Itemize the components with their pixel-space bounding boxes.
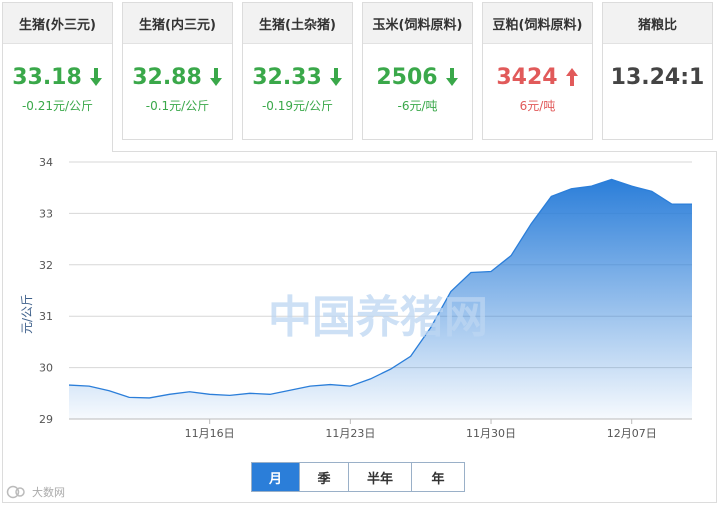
card-label: 生猪(外三元): [3, 3, 112, 44]
range-year-button[interactable]: 年: [412, 463, 464, 491]
x-tick-label: 11月30日: [466, 427, 516, 440]
range-month-button[interactable]: 月: [252, 463, 300, 491]
card-value: 32.88: [132, 64, 202, 90]
y-tick-label: 33: [39, 207, 53, 220]
data-point[interactable]: [650, 189, 654, 193]
card-value: 32.33: [252, 64, 322, 90]
data-point[interactable]: [288, 388, 292, 392]
data-point[interactable]: [569, 187, 573, 191]
data-point[interactable]: [610, 177, 614, 181]
data-point[interactable]: [529, 222, 533, 226]
card-label: 猪粮比: [603, 3, 712, 44]
card-label: 生猪(内三元): [123, 3, 232, 44]
data-point[interactable]: [87, 384, 91, 388]
data-point[interactable]: [147, 396, 151, 400]
x-tick-label: 12月07日: [607, 427, 657, 440]
credit-text: 大数网: [32, 486, 65, 499]
card-label: 豆粕(饲料原料): [483, 3, 592, 44]
card-pig-waisanyuan[interactable]: 生猪(外三元) 33.18 -0.21元/公斤: [2, 2, 113, 152]
y-axis-label: 元/公斤: [20, 294, 34, 334]
data-point[interactable]: [228, 393, 232, 397]
arrow-down-icon: [209, 68, 222, 86]
data-point[interactable]: [127, 395, 131, 399]
data-point[interactable]: [590, 184, 594, 188]
card-corn[interactable]: 玉米(饲料原料) 2506 -6元/吨: [362, 2, 473, 140]
data-point[interactable]: [308, 384, 312, 388]
card-pig-grain-ratio[interactable]: 猪粮比 13.24:1: [602, 2, 713, 140]
card-change: -0.21元/公斤: [21, 99, 94, 113]
arrow-down-icon: [329, 68, 342, 86]
arrow-up-icon: [565, 68, 578, 86]
y-tick-label: 34: [39, 156, 53, 169]
data-point[interactable]: [549, 194, 553, 198]
card-change: -0.19元/公斤: [261, 99, 334, 113]
data-point[interactable]: [268, 392, 272, 396]
card-soymeal[interactable]: 豆粕(饲料原料) 3424 6元/吨: [482, 2, 593, 140]
data-point[interactable]: [670, 202, 674, 206]
watermark-text: 中国养猪网: [268, 292, 488, 343]
card-label: 生猪(土杂猪): [243, 3, 352, 44]
x-tick-label: 11月23日: [325, 427, 375, 440]
card-pig-tuzazhu[interactable]: 生猪(土杂猪) 32.33 -0.19元/公斤: [242, 2, 353, 140]
y-tick-label: 31: [39, 310, 53, 323]
card-change: -0.1元/公斤: [145, 99, 210, 113]
y-tick-label: 30: [39, 362, 53, 375]
card-change: 6元/吨: [519, 99, 556, 113]
data-point[interactable]: [248, 391, 252, 395]
data-point[interactable]: [67, 383, 71, 387]
card-label: 玉米(饲料原料): [363, 3, 472, 44]
card-value: 13.24:1: [610, 64, 705, 90]
data-point[interactable]: [690, 202, 694, 206]
card-pig-neisanyuan[interactable]: 生猪(内三元) 32.88 -0.1元/公斤: [122, 2, 233, 140]
data-point[interactable]: [409, 354, 413, 358]
card-value: 3424: [496, 64, 558, 90]
price-cards: 生猪(外三元) 33.18 -0.21元/公斤 生猪(内三元) 32.88 -0…: [2, 2, 717, 152]
card-change: -6元/吨: [397, 99, 438, 113]
credit: 大数网: [6, 484, 65, 500]
data-point[interactable]: [630, 184, 634, 188]
price-chart-frame: 中国养猪网 34 33 32 31 30 29 11月16日 11月23日 11月30日 12月0…: [2, 151, 717, 503]
y-tick-label: 32: [39, 259, 53, 272]
x-tick-label: 11月16日: [185, 427, 235, 440]
data-point[interactable]: [167, 392, 171, 396]
card-value: 33.18: [12, 64, 82, 90]
data-point[interactable]: [368, 377, 372, 381]
range-halfyear-button[interactable]: 半年: [349, 463, 412, 491]
range-selector: 月 季 半年 年: [251, 462, 465, 492]
price-chart: 中国养猪网 34 33 32 31 30 29 11月16日 11月23日 11月30日 12月0…: [20, 156, 694, 440]
card-value: 2506: [376, 64, 438, 90]
arrow-down-icon: [89, 68, 102, 86]
data-point[interactable]: [469, 271, 473, 275]
brand-logo-icon: [6, 485, 25, 499]
data-point[interactable]: [348, 384, 352, 388]
data-point[interactable]: [208, 392, 212, 396]
data-point[interactable]: [389, 367, 393, 371]
data-point[interactable]: [188, 390, 192, 394]
data-point[interactable]: [489, 269, 493, 273]
arrow-down-icon: [445, 68, 458, 86]
data-point[interactable]: [107, 389, 111, 393]
range-quarter-button[interactable]: 季: [300, 463, 349, 491]
y-tick-label: 29: [39, 413, 53, 426]
data-point[interactable]: [328, 383, 332, 387]
data-point[interactable]: [509, 254, 513, 258]
